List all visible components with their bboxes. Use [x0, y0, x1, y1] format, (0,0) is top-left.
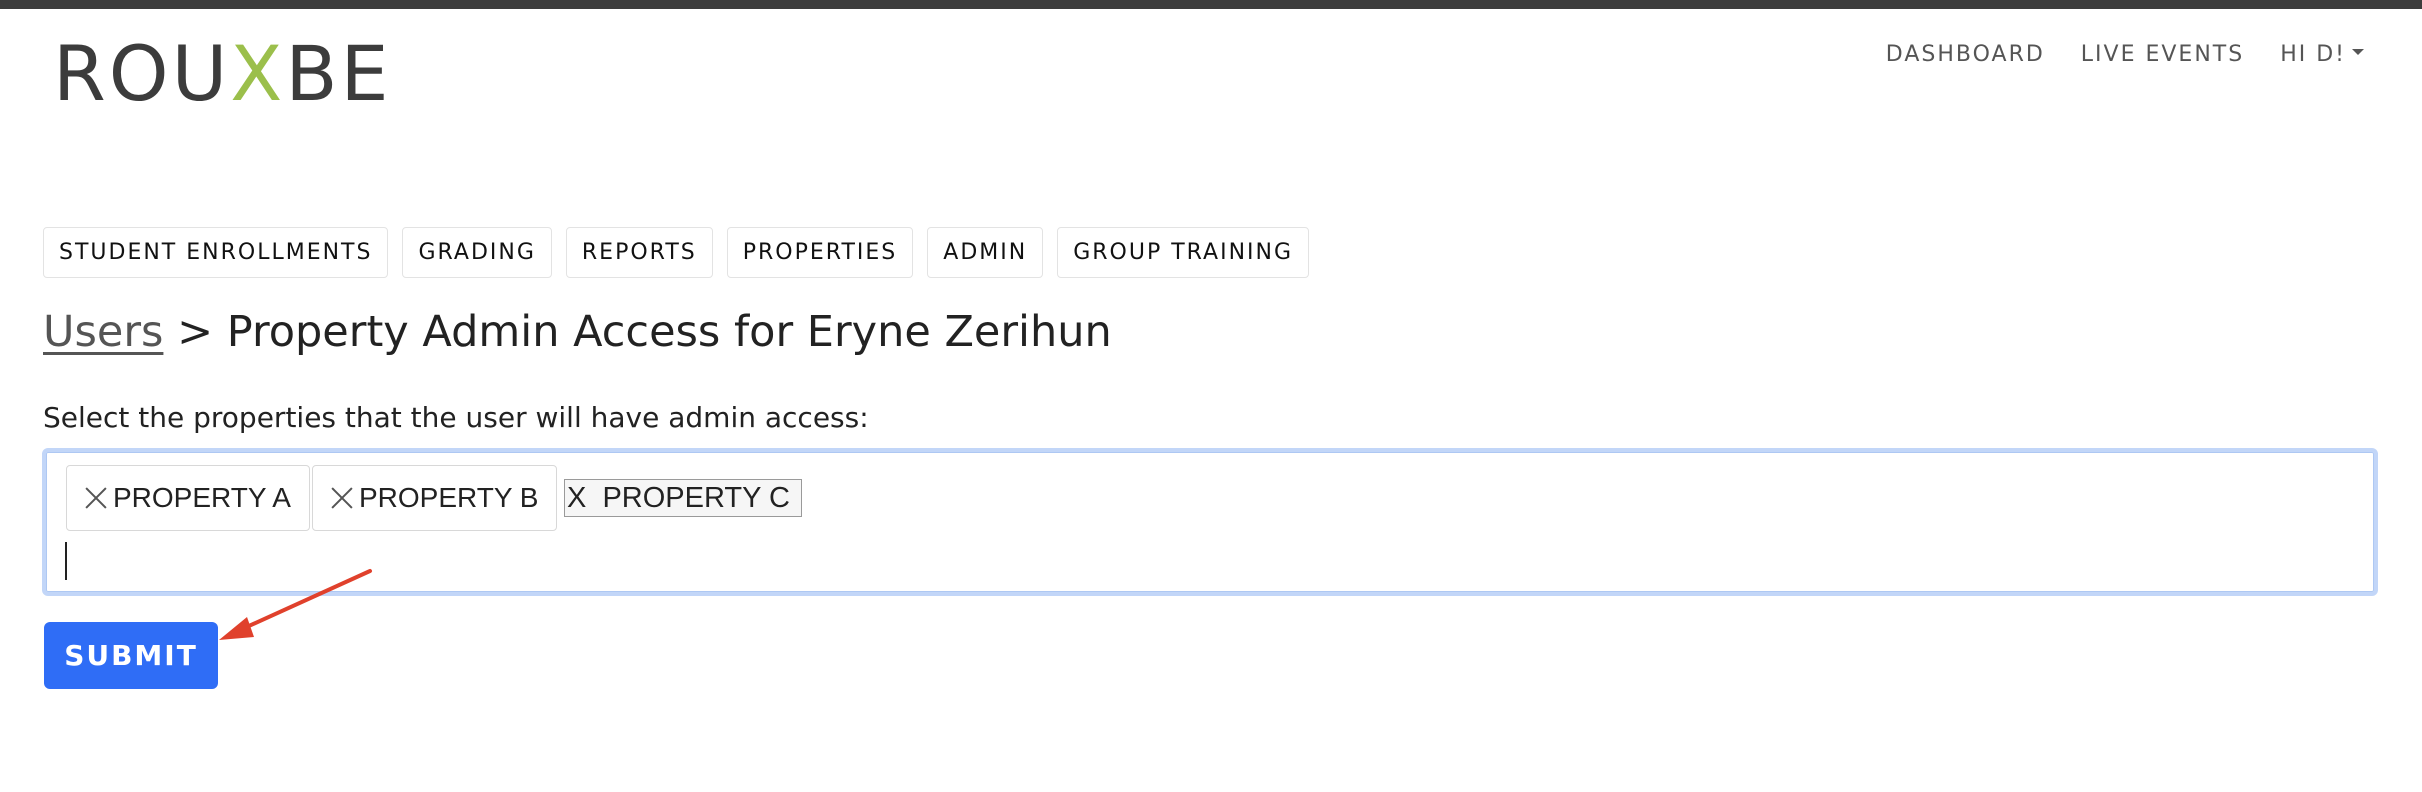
tab-grading[interactable]: GRADING	[402, 227, 552, 278]
user-menu-label: HI D!	[2280, 42, 2346, 67]
annotation-arrow	[219, 569, 372, 640]
section-tabs: STUDENT ENROLLMENTS GRADING REPORTS PROP…	[43, 227, 1323, 278]
remove-chip-icon[interactable]	[83, 485, 109, 511]
chip-label: PROPERTY A	[113, 482, 291, 513]
selected-property-chip: PROPERTY B	[312, 465, 558, 531]
user-menu[interactable]: HI D!	[2280, 42, 2364, 67]
text-cursor	[65, 542, 67, 580]
tab-group-training[interactable]: GROUP TRAINING	[1057, 227, 1310, 278]
rouxbe-logo[interactable]: ROUXBE	[53, 34, 392, 114]
chip-label: PROPERTY B	[359, 482, 539, 513]
tab-reports[interactable]: REPORTS	[565, 227, 713, 278]
breadcrumb-separator: >	[163, 307, 227, 357]
top-bar	[0, 0, 2422, 9]
properties-select-label: Select the properties that the user will…	[43, 401, 869, 434]
tab-properties[interactable]: PROPERTIES	[726, 227, 914, 278]
page-title: Users > Property Admin Access for Eryne …	[43, 300, 1112, 364]
logo-text-prefix: ROU	[53, 29, 231, 118]
logo-text-accent: X	[230, 29, 286, 118]
submit-button[interactable]: SUBMIT	[44, 622, 218, 689]
remove-chip-icon[interactable]	[329, 485, 355, 511]
nav-live-events[interactable]: LIVE EVENTS	[2081, 42, 2244, 67]
top-navigation: DASHBOARD LIVE EVENTS HI D!	[1850, 42, 2364, 67]
page-title-text: Property Admin Access for Eryne Zerihun	[226, 307, 1112, 357]
nav-dashboard[interactable]: DASHBOARD	[1886, 42, 2045, 67]
selected-property-chip: PROPERTY A	[66, 465, 310, 531]
annotation-arrowhead	[219, 617, 254, 640]
caret-down-icon	[2352, 49, 2364, 55]
properties-multiselect[interactable]: PROPERTY A PROPERTY B X PROPERTY C	[42, 448, 2378, 596]
logo-text-suffix: BE	[285, 29, 392, 118]
tab-student-enrollments[interactable]: STUDENT ENROLLMENTS	[43, 227, 389, 278]
breadcrumb-users-link[interactable]: Users	[43, 307, 163, 357]
tab-admin[interactable]: ADMIN	[927, 227, 1044, 278]
pending-property-chip[interactable]: X PROPERTY C	[564, 479, 802, 517]
